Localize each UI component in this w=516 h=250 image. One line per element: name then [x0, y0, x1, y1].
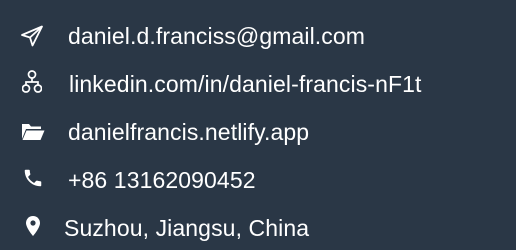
phone-icon: [24, 169, 42, 187]
map-pin-icon: [26, 216, 40, 236]
contact-website[interactable]: danielfrancis.netlify.app: [0, 112, 516, 152]
contact-phone[interactable]: +86 13162090452: [0, 160, 516, 200]
contact-linkedin[interactable]: linkedin.com/in/daniel-francis-nF1t: [0, 64, 516, 104]
phone-number[interactable]: +86 13162090452: [68, 160, 256, 200]
email-address[interactable]: daniel.d.franciss@gmail.com: [68, 16, 365, 56]
folder-icon: [22, 124, 45, 140]
network-icon: [22, 70, 42, 93]
website-url[interactable]: danielfrancis.netlify.app: [68, 112, 309, 152]
linkedin-url[interactable]: linkedin.com/in/daniel-francis-nF1t: [69, 64, 422, 104]
contact-email[interactable]: daniel.d.franciss@gmail.com: [0, 16, 516, 56]
location-text: Suzhou, Jiangsu, China: [64, 215, 310, 241]
send-icon: [21, 25, 43, 47]
contact-location: Suzhou, Jiangsu, China: [0, 208, 516, 248]
